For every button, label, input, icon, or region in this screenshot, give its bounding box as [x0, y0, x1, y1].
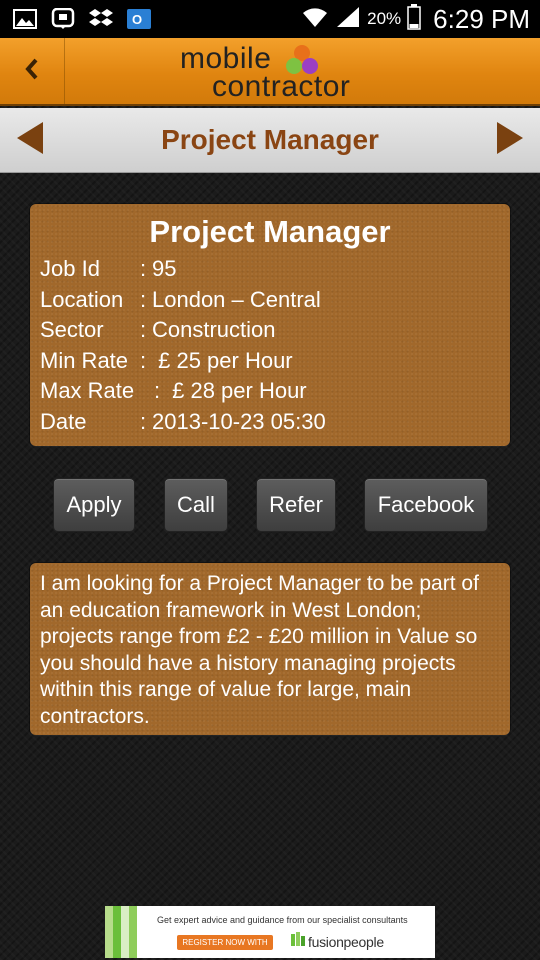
refer-button[interactable]: Refer	[256, 478, 336, 532]
detail-separator: :	[140, 317, 147, 342]
bbm-icon	[50, 8, 76, 30]
detail-label: Max Rate	[40, 378, 135, 403]
logo-line2: contractor	[212, 70, 351, 103]
detail-separator: :	[140, 286, 147, 312]
title-bar: Project Manager	[0, 108, 540, 173]
clock: 6:29 PM	[433, 3, 530, 34]
detail-value: London – Central	[152, 286, 321, 312]
location-row: Location : London – Central	[30, 287, 510, 318]
job-description: I am looking for a Project Manager to be…	[40, 572, 479, 728]
battery-percent: 20%	[367, 9, 402, 28]
app-header: mobile contractor	[0, 38, 540, 106]
status-bar: O 20% 6:29 PM	[0, 0, 540, 38]
signal-icon	[335, 6, 361, 33]
detail-value: 2013-10-23 05:30	[152, 408, 326, 434]
ad-brand: fusionpeople	[291, 932, 384, 951]
max-rate-row: Max Rate : £ 28 per Hour	[30, 378, 510, 409]
detail-separator: :	[154, 378, 161, 403]
sector-row: Sector : Construction	[30, 317, 510, 348]
wifi-icon	[301, 5, 329, 34]
job-description-card: I am looking for a Project Manager to be…	[30, 563, 510, 735]
job-details-card: Project Manager Job Id : 95 Location : L…	[30, 204, 510, 446]
detail-label: Location	[40, 286, 124, 312]
fusion-logo-icon	[291, 932, 305, 951]
detail-value: Construction	[152, 317, 276, 342]
detail-separator: :	[140, 408, 147, 434]
facebook-button[interactable]: Facebook	[364, 478, 488, 532]
next-job-button[interactable]	[480, 108, 540, 172]
detail-label: Job Id	[40, 256, 100, 281]
job-title: Project Manager	[149, 214, 391, 249]
back-button[interactable]	[0, 38, 65, 104]
min-rate-row: Min Rate : £ 25 per Hour	[30, 348, 510, 379]
chevron-left-icon	[24, 58, 40, 85]
arrow-left-icon	[15, 121, 45, 160]
ad-brand-name: fusionpeople	[308, 933, 384, 950]
apply-button[interactable]: Apply	[53, 478, 135, 532]
gallery-icon	[12, 8, 38, 30]
date-row: Date : 2013-10-23 05:30	[30, 409, 510, 440]
dropbox-icon	[88, 8, 114, 30]
svg-text:O: O	[132, 12, 142, 27]
ad-stripes	[105, 906, 137, 958]
detail-value: £ 25 per Hour	[152, 347, 293, 373]
job-id-row: Job Id : 95	[30, 256, 510, 287]
ad-headline: Get expert advice and guidance from our …	[157, 915, 408, 925]
outlook-icon: O	[126, 8, 152, 30]
arrow-right-icon	[495, 121, 525, 160]
logo-dots-icon	[286, 45, 318, 74]
call-button[interactable]: Call	[164, 478, 228, 532]
detail-label: Min Rate	[40, 347, 129, 373]
ad-register-button[interactable]: REGISTER NOW WITH	[177, 935, 273, 950]
battery-icon	[407, 3, 421, 35]
detail-value: £ 28 per Hour	[166, 378, 307, 403]
previous-job-button[interactable]	[0, 108, 60, 172]
detail-value: 95	[152, 256, 177, 281]
detail-separator: :	[140, 347, 147, 373]
app-logo: mobile contractor	[180, 42, 380, 103]
detail-label: Date	[40, 408, 87, 434]
detail-separator: :	[140, 256, 147, 281]
ad-banner[interactable]: Get expert advice and guidance from our …	[105, 906, 435, 958]
detail-label: Sector	[40, 317, 104, 342]
page-title: Project Manager	[161, 124, 379, 155]
